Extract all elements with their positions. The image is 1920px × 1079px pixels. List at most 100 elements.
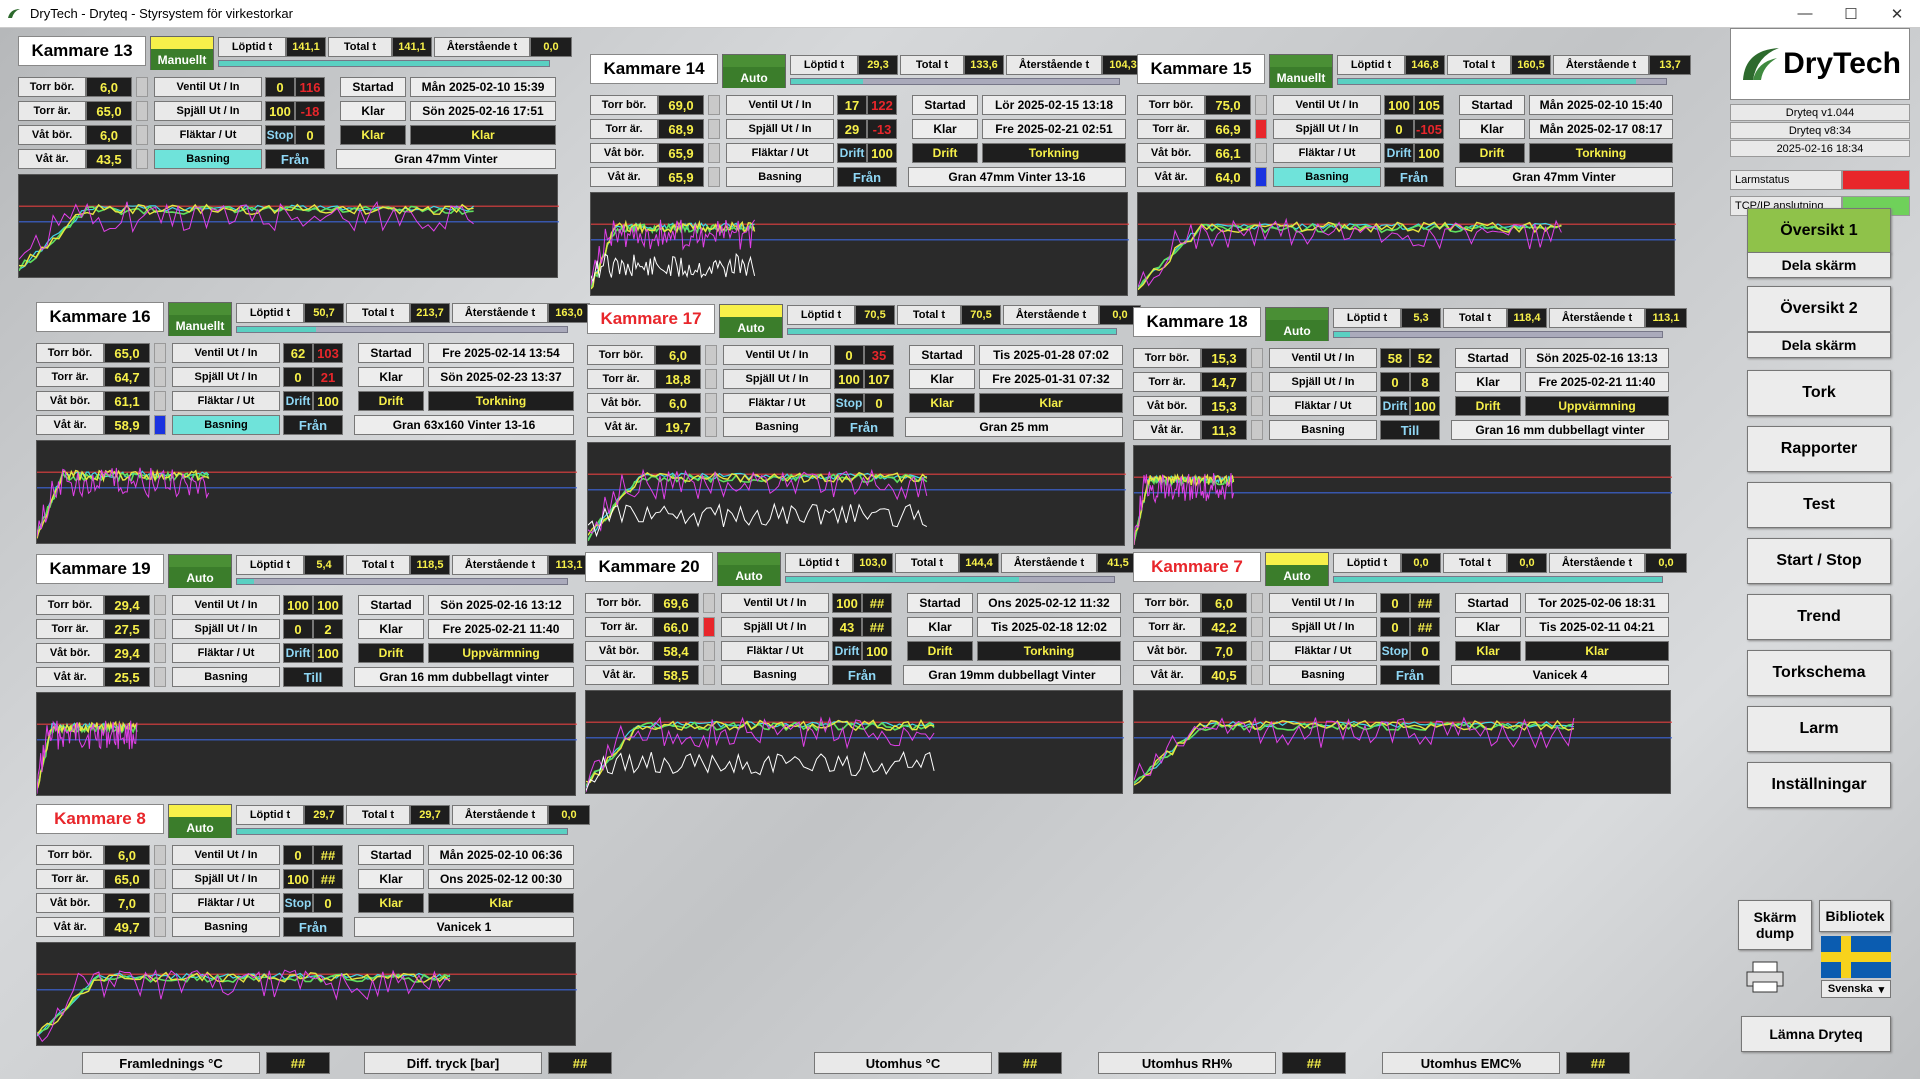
- trend-chart[interactable]: [1133, 445, 1672, 549]
- trend-chart[interactable]: [36, 692, 577, 796]
- trend-chart[interactable]: [587, 442, 1126, 546]
- printer-icon[interactable]: [1745, 960, 1785, 994]
- vat_bor-label: Våt bör.: [590, 143, 658, 163]
- nav-torkschema-9[interactable]: Torkschema: [1747, 650, 1891, 696]
- mode-indicator[interactable]: Auto: [717, 552, 781, 586]
- vat_bor-value: 7,0: [1201, 641, 1247, 661]
- program-name[interactable]: Gran 47mm Vinter: [336, 149, 556, 169]
- program-name[interactable]: Gran 19mm dubbellagt Vinter: [903, 665, 1121, 685]
- chamber-name[interactable]: Kammare 20: [585, 552, 713, 582]
- chamber-name[interactable]: Kammare 8: [36, 804, 164, 834]
- chamber-k15[interactable]: Kammare 15 Manuellt Löptid t 146,8 Total t 16…: [1137, 54, 1691, 299]
- trend-chart[interactable]: [1133, 690, 1672, 794]
- ventil-in-value: 122: [867, 95, 897, 115]
- basning-label[interactable]: Basning: [172, 917, 280, 937]
- maximize-button[interactable]: ☐: [1828, 5, 1874, 23]
- program-name[interactable]: Gran 47mm Vinter: [1455, 167, 1673, 187]
- chamber-k13[interactable]: Kammare 13 Manuellt Löptid t 141,1 Total t 14…: [18, 36, 572, 281]
- basning-label[interactable]: Basning: [172, 667, 280, 687]
- total-label: Total t: [1447, 55, 1511, 75]
- chamber-k19[interactable]: Kammare 19 Auto Löptid t 5,4 Total t 118,5 Åte…: [36, 554, 590, 799]
- chamber-name[interactable]: Kammare 14: [590, 54, 718, 84]
- basning-label[interactable]: Basning: [1269, 420, 1377, 440]
- mode-indicator[interactable]: Auto: [168, 554, 232, 588]
- mode-indicator[interactable]: Auto: [722, 54, 786, 88]
- program-name[interactable]: Vanicek 4: [1451, 665, 1669, 685]
- basning-label[interactable]: Basning: [172, 415, 280, 435]
- mode-indicator[interactable]: Auto: [168, 804, 232, 838]
- chamber-k17[interactable]: Kammare 17 Auto Löptid t 70,5 Total t 70,5 Åte…: [587, 304, 1141, 549]
- nav-trend-8[interactable]: Trend: [1747, 594, 1891, 640]
- trend-chart[interactable]: [36, 942, 577, 1046]
- vat_ar-value: 58,5: [653, 665, 699, 685]
- chamber-name[interactable]: Kammare 15: [1137, 54, 1265, 84]
- skarmdump-button[interactable]: Skärm dump: [1738, 900, 1812, 950]
- swedish-flag-icon[interactable]: [1821, 936, 1891, 978]
- nav-översikt-2-2[interactable]: Översikt 2: [1747, 286, 1891, 332]
- nav-inställningar-11[interactable]: Inställningar: [1747, 762, 1891, 808]
- program-name[interactable]: Gran 25 mm: [905, 417, 1123, 437]
- chamber-k7[interactable]: Kammare 7 Auto Löptid t 0,0 Total t 0,0 Återst…: [1133, 552, 1687, 797]
- vat_ar-label: Våt är.: [1137, 167, 1205, 187]
- chamber-k20[interactable]: Kammare 20 Auto Löptid t 103,0 Total t 144,4 Å…: [585, 552, 1139, 797]
- basning-label[interactable]: Basning: [721, 665, 829, 685]
- chamber-name[interactable]: Kammare 7: [1133, 552, 1261, 582]
- nav-test-6[interactable]: Test: [1747, 482, 1891, 528]
- faktar-value: 100: [862, 641, 892, 661]
- language-select[interactable]: Svenska ▾: [1821, 980, 1891, 998]
- nav-översikt-1-0[interactable]: Översikt 1: [1747, 208, 1891, 254]
- mode-indicator[interactable]: Manuellt: [1269, 54, 1333, 88]
- torr_ar-indicator: [1251, 372, 1263, 392]
- loptid-label: Löptid t: [236, 555, 304, 575]
- mode-indicator[interactable]: Auto: [1265, 307, 1329, 341]
- trend-chart[interactable]: [36, 440, 577, 544]
- progress-bar: [790, 78, 1120, 85]
- program-name[interactable]: Gran 63x160 Vinter 13-16: [354, 415, 574, 435]
- chamber-name[interactable]: Kammare 18: [1133, 307, 1261, 337]
- vat_ar-label: Våt är.: [587, 417, 655, 437]
- basning-label[interactable]: Basning: [1269, 665, 1377, 685]
- klar-value: Sön 2025-02-23 13:37: [428, 367, 574, 387]
- mode-indicator[interactable]: Auto: [719, 304, 783, 338]
- trend-chart[interactable]: [1137, 192, 1676, 296]
- chamber-k16[interactable]: Kammare 16 Manuellt Löptid t 50,7 Total t 213…: [36, 302, 590, 547]
- program-name[interactable]: Vanicek 1: [354, 917, 574, 937]
- nav-rapporter-5[interactable]: Rapporter: [1747, 426, 1891, 472]
- program-name[interactable]: Gran 16 mm dubbellagt vinter: [1451, 420, 1669, 440]
- chamber-k14[interactable]: Kammare 14 Auto Löptid t 29,3 Total t 133,6 Åt…: [590, 54, 1144, 299]
- lamna-button[interactable]: Lämna Dryteq: [1741, 1016, 1891, 1052]
- nav-dela-skärm-1[interactable]: Dela skärm: [1747, 252, 1891, 278]
- trend-chart[interactable]: [18, 174, 559, 278]
- progress-fill: [1334, 332, 1351, 337]
- chamber-name[interactable]: Kammare 13: [18, 36, 146, 66]
- trend-chart[interactable]: [585, 690, 1124, 794]
- basning-label[interactable]: Basning: [726, 167, 834, 187]
- spjall-in-value: ##: [1410, 617, 1440, 637]
- basning-label[interactable]: Basning: [1273, 167, 1381, 187]
- torr_ar-indicator: [1251, 617, 1263, 637]
- chamber-k18[interactable]: Kammare 18 Auto Löptid t 5,3 Total t 118,4 Åte…: [1133, 307, 1687, 552]
- basning-label[interactable]: Basning: [723, 417, 831, 437]
- nav-larm-10[interactable]: Larm: [1747, 706, 1891, 752]
- basning-label[interactable]: Basning: [154, 149, 262, 169]
- trend-chart[interactable]: [590, 192, 1129, 296]
- chamber-name[interactable]: Kammare 17: [587, 304, 715, 334]
- mode-indicator[interactable]: Manuellt: [150, 36, 214, 70]
- program-name[interactable]: Gran 16 mm dubbellagt vinter: [354, 667, 574, 687]
- nav-dela-skärm-3[interactable]: Dela skärm: [1747, 332, 1891, 358]
- faktar-state: Drift: [1380, 396, 1410, 416]
- nav-tork-4[interactable]: Tork: [1747, 370, 1891, 416]
- mode-indicator[interactable]: Auto: [1265, 552, 1329, 586]
- chamber-name[interactable]: Kammare 19: [36, 554, 164, 584]
- chamber-k8[interactable]: Kammare 8 Auto Löptid t 29,7 Total t 29,7 Åter…: [36, 804, 590, 1049]
- cyan-trace: [1138, 222, 1562, 288]
- bibliotek-button[interactable]: Bibliotek: [1819, 900, 1891, 932]
- nav-start-stop-7[interactable]: Start / Stop: [1747, 538, 1891, 584]
- program-name[interactable]: Gran 47mm Vinter 13-16: [908, 167, 1126, 187]
- minimize-button[interactable]: —: [1782, 5, 1828, 22]
- total-value: 0,0: [1507, 553, 1547, 573]
- chamber-name[interactable]: Kammare 16: [36, 302, 164, 332]
- mode-indicator[interactable]: Manuellt: [168, 302, 232, 336]
- trend-svg: [588, 468, 1126, 542]
- close-button[interactable]: ✕: [1874, 5, 1920, 23]
